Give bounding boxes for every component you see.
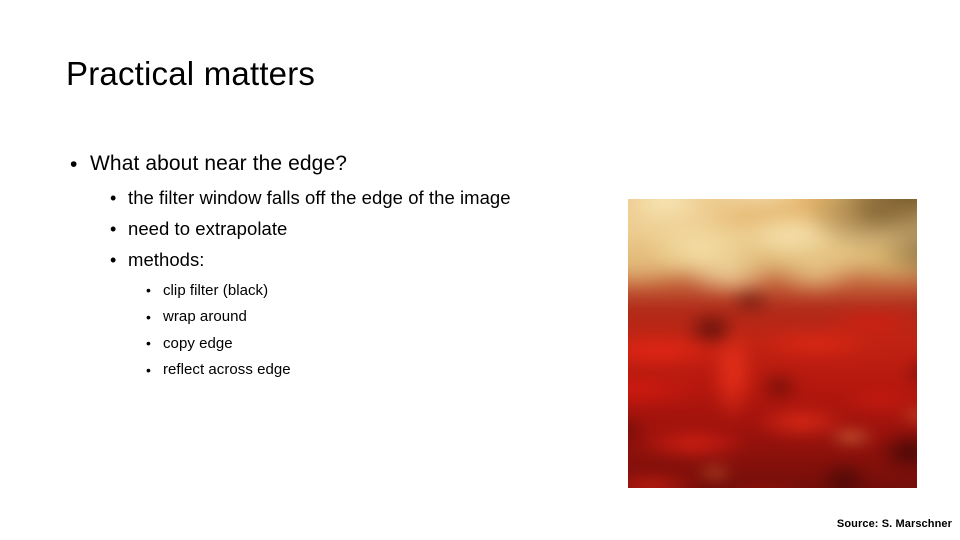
bullet-marker-icon: • (110, 249, 117, 270)
chili-peppers-image (628, 199, 917, 488)
bullet-marker-icon: • (146, 282, 151, 299)
bullet-level3-text: reflect across edge (163, 361, 291, 379)
source-credit: Source: S. Marschner (836, 518, 952, 530)
bullet-level3-item: • wrap around (0, 304, 620, 331)
bullet-list: • What about near the edge? • the filter… (0, 146, 620, 383)
bullet-marker-icon: • (146, 335, 151, 352)
page-title: Practical matters (66, 55, 316, 92)
bullet-level3-text: wrap around (163, 308, 247, 326)
bullet-level2-item: • need to extrapolate (0, 213, 620, 244)
bullet-level2-text: methods: (128, 248, 205, 270)
bullet-level2-text: the filter window falls off the edge of … (128, 186, 511, 208)
bullet-level3-item: • clip filter (black) (0, 277, 620, 304)
bullet-level3-text: clip filter (black) (163, 281, 269, 299)
bullet-level3-item: • reflect across edge (0, 357, 620, 384)
bullet-level3-item: • copy edge (0, 330, 620, 357)
bullet-level2-text: need to extrapolate (128, 217, 288, 239)
bullet-marker-icon: • (146, 308, 151, 325)
slide-canvas: Practical matters • What about near the … (0, 0, 960, 540)
bullet-marker-icon: • (146, 361, 151, 378)
bullet-level2-item: • methods: (0, 244, 620, 275)
bullet-level3-text: copy edge (163, 334, 233, 352)
bullet-level1-item: • What about near the edge? (0, 146, 620, 182)
bullet-marker-icon: • (70, 152, 78, 176)
photo-layer-glint (628, 199, 917, 488)
bullet-marker-icon: • (110, 187, 117, 208)
bullet-level2-item: • the filter window falls off the edge o… (0, 182, 620, 213)
bullet-marker-icon: • (110, 218, 117, 239)
photo-blur-wrapper (628, 199, 917, 488)
bullet-level1-text: What about near the edge? (90, 152, 348, 175)
